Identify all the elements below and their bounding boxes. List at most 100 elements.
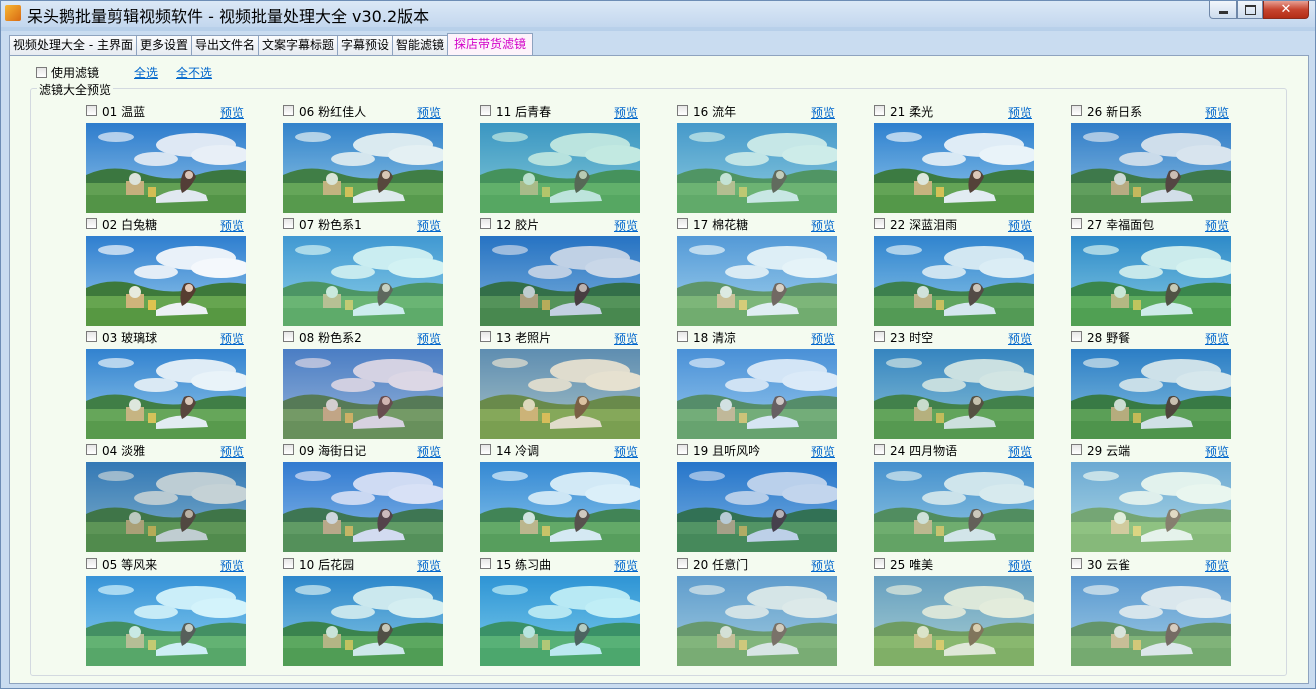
filter-thumbnail[interactable]: [283, 462, 443, 552]
filter-preview-link[interactable]: 预览: [1205, 443, 1229, 460]
filter-preview-link[interactable]: 预览: [417, 330, 441, 347]
select-none-link[interactable]: 全不选: [176, 64, 212, 81]
filter-checkbox[interactable]: [677, 105, 688, 116]
filter-thumbnail[interactable]: [86, 462, 246, 552]
filter-thumbnail[interactable]: [283, 236, 443, 326]
filter-checkbox[interactable]: [283, 558, 294, 569]
filter-checkbox[interactable]: [874, 444, 885, 455]
maximize-button[interactable]: [1237, 1, 1263, 19]
filter-checkbox[interactable]: [874, 218, 885, 229]
filter-preview-link[interactable]: 预览: [417, 217, 441, 234]
filter-thumbnail[interactable]: [677, 349, 837, 439]
filter-preview-link[interactable]: 预览: [220, 557, 244, 574]
filter-preview-link[interactable]: 预览: [811, 443, 835, 460]
filter-thumbnail[interactable]: [874, 236, 1034, 326]
title-bar[interactable]: 呆头鹅批量剪辑视频软件 - 视频批量处理大全 v30.2版本 ✕: [1, 1, 1315, 27]
filter-thumbnail[interactable]: [283, 123, 443, 213]
filter-checkbox[interactable]: [874, 331, 885, 342]
select-all-link[interactable]: 全选: [134, 64, 158, 81]
filter-thumbnail[interactable]: [677, 462, 837, 552]
filter-preview-link[interactable]: 预览: [1008, 217, 1032, 234]
filter-preview-link[interactable]: 预览: [1008, 443, 1032, 460]
tab-7[interactable]: 探店带货滤镜: [447, 33, 534, 55]
filter-preview-link[interactable]: 预览: [614, 443, 638, 460]
filter-checkbox[interactable]: [874, 558, 885, 569]
close-button[interactable]: ✕: [1263, 1, 1309, 19]
filter-checkbox[interactable]: [677, 331, 688, 342]
filter-preview-link[interactable]: 预览: [614, 217, 638, 234]
filter-thumbnail[interactable]: [874, 123, 1034, 213]
filter-preview-link[interactable]: 预览: [1205, 104, 1229, 121]
filter-checkbox[interactable]: [874, 105, 885, 116]
filter-checkbox[interactable]: [480, 331, 491, 342]
filter-thumbnail[interactable]: [677, 236, 837, 326]
filter-thumbnail[interactable]: [874, 576, 1034, 666]
filter-checkbox[interactable]: [480, 558, 491, 569]
filter-checkbox[interactable]: [1071, 105, 1082, 116]
filter-preview-link[interactable]: 预览: [811, 217, 835, 234]
tab-4[interactable]: 文案字幕标题: [258, 35, 339, 55]
filter-thumbnail[interactable]: [283, 349, 443, 439]
filter-checkbox[interactable]: [283, 331, 294, 342]
filter-preview-link[interactable]: 预览: [811, 330, 835, 347]
filter-checkbox[interactable]: [677, 218, 688, 229]
filter-preview-link[interactable]: 预览: [614, 104, 638, 121]
tab-3[interactable]: 导出文件名: [190, 35, 259, 55]
tab-6[interactable]: 智能滤镜: [392, 35, 449, 55]
filter-checkbox[interactable]: [1071, 331, 1082, 342]
filter-checkbox[interactable]: [480, 105, 491, 116]
filter-thumbnail[interactable]: [480, 462, 640, 552]
filter-preview-link[interactable]: 预览: [220, 104, 244, 121]
filter-thumbnail[interactable]: [480, 349, 640, 439]
filter-checkbox[interactable]: [86, 105, 97, 116]
filter-thumbnail[interactable]: [283, 576, 443, 666]
filter-preview-link[interactable]: 预览: [417, 443, 441, 460]
filter-thumbnail[interactable]: [1071, 123, 1231, 213]
filter-thumbnail[interactable]: [86, 236, 246, 326]
filter-thumbnail[interactable]: [874, 462, 1034, 552]
filter-thumbnail[interactable]: [677, 123, 837, 213]
filter-checkbox[interactable]: [283, 218, 294, 229]
filter-preview-link[interactable]: 预览: [1205, 330, 1229, 347]
filter-preview-link[interactable]: 预览: [811, 557, 835, 574]
filter-checkbox[interactable]: [1071, 218, 1082, 229]
filter-thumbnail[interactable]: [480, 236, 640, 326]
filter-thumbnail[interactable]: [1071, 349, 1231, 439]
filter-checkbox[interactable]: [283, 105, 294, 116]
filter-preview-link[interactable]: 预览: [220, 330, 244, 347]
minimize-button[interactable]: [1209, 1, 1237, 19]
filter-checkbox[interactable]: [1071, 558, 1082, 569]
filter-preview-link[interactable]: 预览: [220, 443, 244, 460]
tab-5[interactable]: 字幕预设: [337, 35, 394, 55]
filter-thumbnail[interactable]: [86, 349, 246, 439]
filter-preview-link[interactable]: 预览: [614, 330, 638, 347]
filter-checkbox[interactable]: [677, 444, 688, 455]
filter-preview-link[interactable]: 预览: [220, 217, 244, 234]
filter-preview-link[interactable]: 预览: [1205, 557, 1229, 574]
use-filter-option[interactable]: 使用滤镜: [36, 64, 99, 81]
filter-checkbox[interactable]: [283, 444, 294, 455]
filter-checkbox[interactable]: [480, 218, 491, 229]
filter-preview-link[interactable]: 预览: [614, 557, 638, 574]
filter-thumbnail[interactable]: [677, 576, 837, 666]
filter-thumbnail[interactable]: [1071, 576, 1231, 666]
filter-checkbox[interactable]: [86, 558, 97, 569]
filter-preview-link[interactable]: 预览: [417, 557, 441, 574]
filter-thumbnail[interactable]: [874, 349, 1034, 439]
filter-thumbnail[interactable]: [86, 576, 246, 666]
filter-thumbnail[interactable]: [86, 123, 246, 213]
filter-preview-link[interactable]: 预览: [811, 104, 835, 121]
tab-2[interactable]: 更多设置: [135, 35, 192, 55]
filter-preview-link[interactable]: 预览: [417, 104, 441, 121]
filter-preview-link[interactable]: 预览: [1008, 330, 1032, 347]
tab-1[interactable]: 视频处理大全 - 主界面: [9, 35, 137, 55]
filter-preview-link[interactable]: 预览: [1008, 104, 1032, 121]
filter-thumbnail[interactable]: [1071, 236, 1231, 326]
filter-thumbnail[interactable]: [480, 576, 640, 666]
filter-checkbox[interactable]: [480, 444, 491, 455]
filter-checkbox[interactable]: [86, 444, 97, 455]
use-filter-checkbox[interactable]: [36, 67, 47, 78]
filter-preview-link[interactable]: 预览: [1008, 557, 1032, 574]
filter-preview-link[interactable]: 预览: [1205, 217, 1229, 234]
filter-checkbox[interactable]: [86, 218, 97, 229]
